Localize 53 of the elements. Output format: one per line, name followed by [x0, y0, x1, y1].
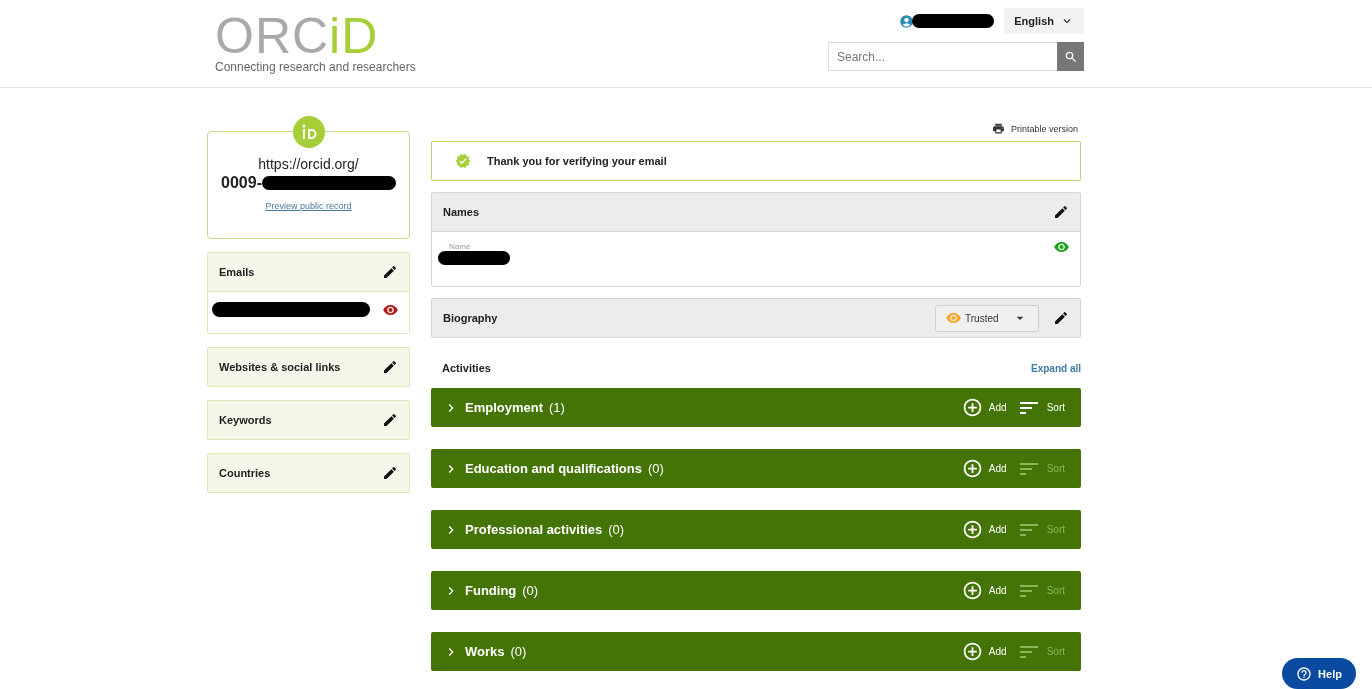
preview-link[interactable]: Preview public record — [265, 201, 352, 211]
section-title: Professional activities — [465, 522, 603, 537]
edit-button[interactable] — [382, 359, 398, 375]
user-icon — [899, 13, 915, 29]
search-field[interactable]: Search... — [828, 42, 1057, 71]
add-button[interactable]: Add — [961, 580, 1007, 601]
section-title: Funding — [465, 583, 517, 598]
activities-heading: Activities — [442, 362, 491, 374]
visibility-dropdown[interactable]: Trusted — [935, 304, 1039, 332]
alert-text: Thank you for verifying your email — [487, 155, 667, 167]
section-title: Keywords — [219, 414, 272, 426]
help-button[interactable]: Help — [1282, 658, 1356, 689]
item-count: (1) — [549, 400, 565, 415]
section-title: Websites & social links — [219, 361, 341, 373]
sort-button[interactable]: Sort — [1016, 395, 1065, 420]
activity-section[interactable]: Employment (1) Add Sort — [431, 388, 1081, 427]
activity-section[interactable]: Professional activities (0) Add Sort — [431, 510, 1081, 549]
orcid-url: https://orcid.org/ — [258, 156, 359, 172]
item-count: (0) — [608, 522, 625, 537]
section-title: Countries — [219, 467, 271, 479]
edit-button[interactable] — [1053, 310, 1069, 326]
item-count: (0) — [647, 461, 664, 476]
edit-button[interactable] — [1053, 204, 1069, 220]
language-dropdown[interactable]: English — [1004, 8, 1084, 34]
activity-section[interactable]: Education and qualifications (0) Add Sort — [431, 449, 1081, 488]
logo-tagline: Connecting research and researchers — [215, 60, 416, 74]
printer-icon — [991, 122, 1005, 135]
section-title: Education and qualifications — [465, 461, 642, 476]
item-count: (0) — [510, 644, 527, 659]
add-button[interactable]: Add — [961, 519, 1007, 540]
section-title: Employment — [465, 400, 543, 415]
help-icon — [1296, 665, 1313, 682]
search-button[interactable] — [1057, 42, 1084, 71]
field-label: Name — [448, 242, 472, 251]
edit-button[interactable] — [382, 465, 398, 481]
orcid-id-icon — [293, 116, 325, 148]
activity-section[interactable]: Funding (0) Add Sort — [431, 571, 1081, 610]
add-button[interactable]: Add — [961, 641, 1007, 662]
add-button[interactable]: Add — [961, 397, 1007, 418]
activity-section[interactable]: Works (0) Add Sort — [431, 632, 1081, 671]
edit-button[interactable] — [382, 264, 398, 280]
section-title: Biography — [443, 312, 498, 324]
item-count: (0) — [522, 583, 539, 598]
orcid-id: 0009- — [221, 174, 262, 192]
search-icon — [1063, 49, 1078, 64]
section-title: Emails — [219, 266, 255, 278]
edit-button[interactable] — [382, 412, 398, 428]
verified-icon — [455, 153, 471, 169]
printable-link[interactable]: Printable version — [991, 116, 1078, 141]
add-button[interactable]: Add — [961, 458, 1007, 479]
section-title: Works — [465, 644, 505, 659]
expand-all-link[interactable]: Expand all — [1031, 362, 1081, 374]
section-title: Names — [443, 206, 480, 218]
